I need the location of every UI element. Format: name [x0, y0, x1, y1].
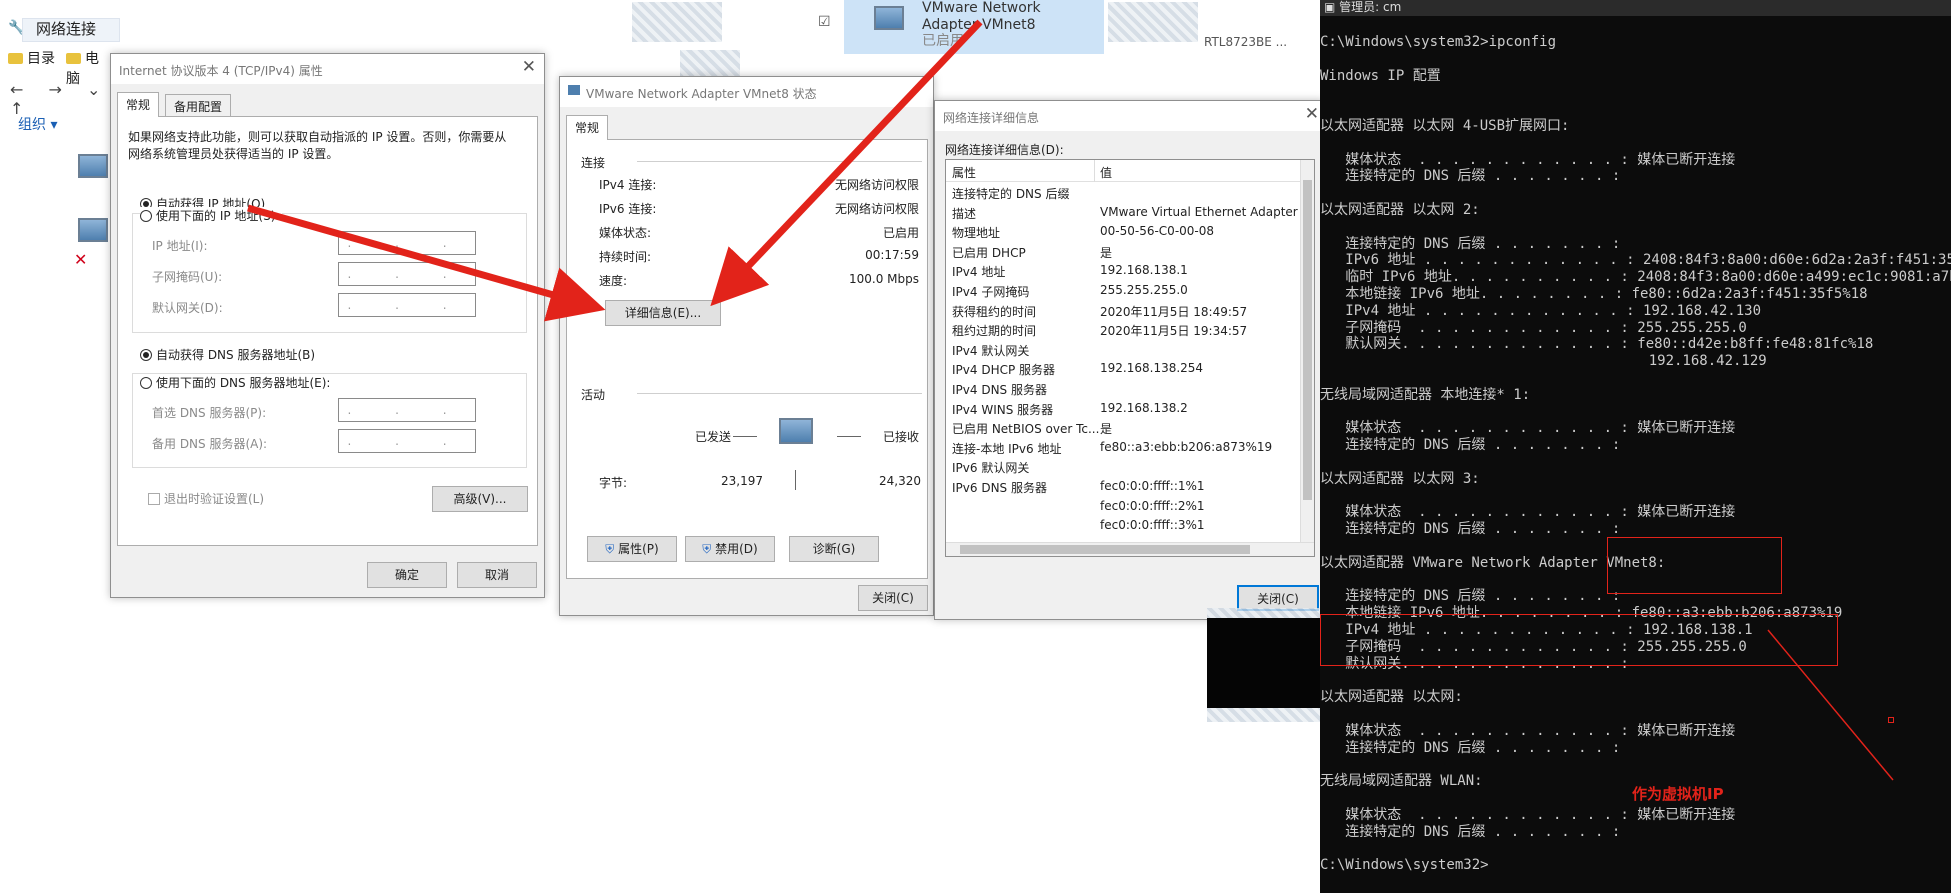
arrow-auto-ip-to-details [247, 204, 606, 322]
annotation-arrows [247, 19, 1894, 781]
tab-general[interactable]: 常规 [566, 115, 609, 140]
arrow-vmnet8-to-details [710, 19, 983, 307]
tab-general[interactable]: 常规 [117, 92, 160, 117]
arrow-ip-to-annotation [1767, 629, 1894, 781]
